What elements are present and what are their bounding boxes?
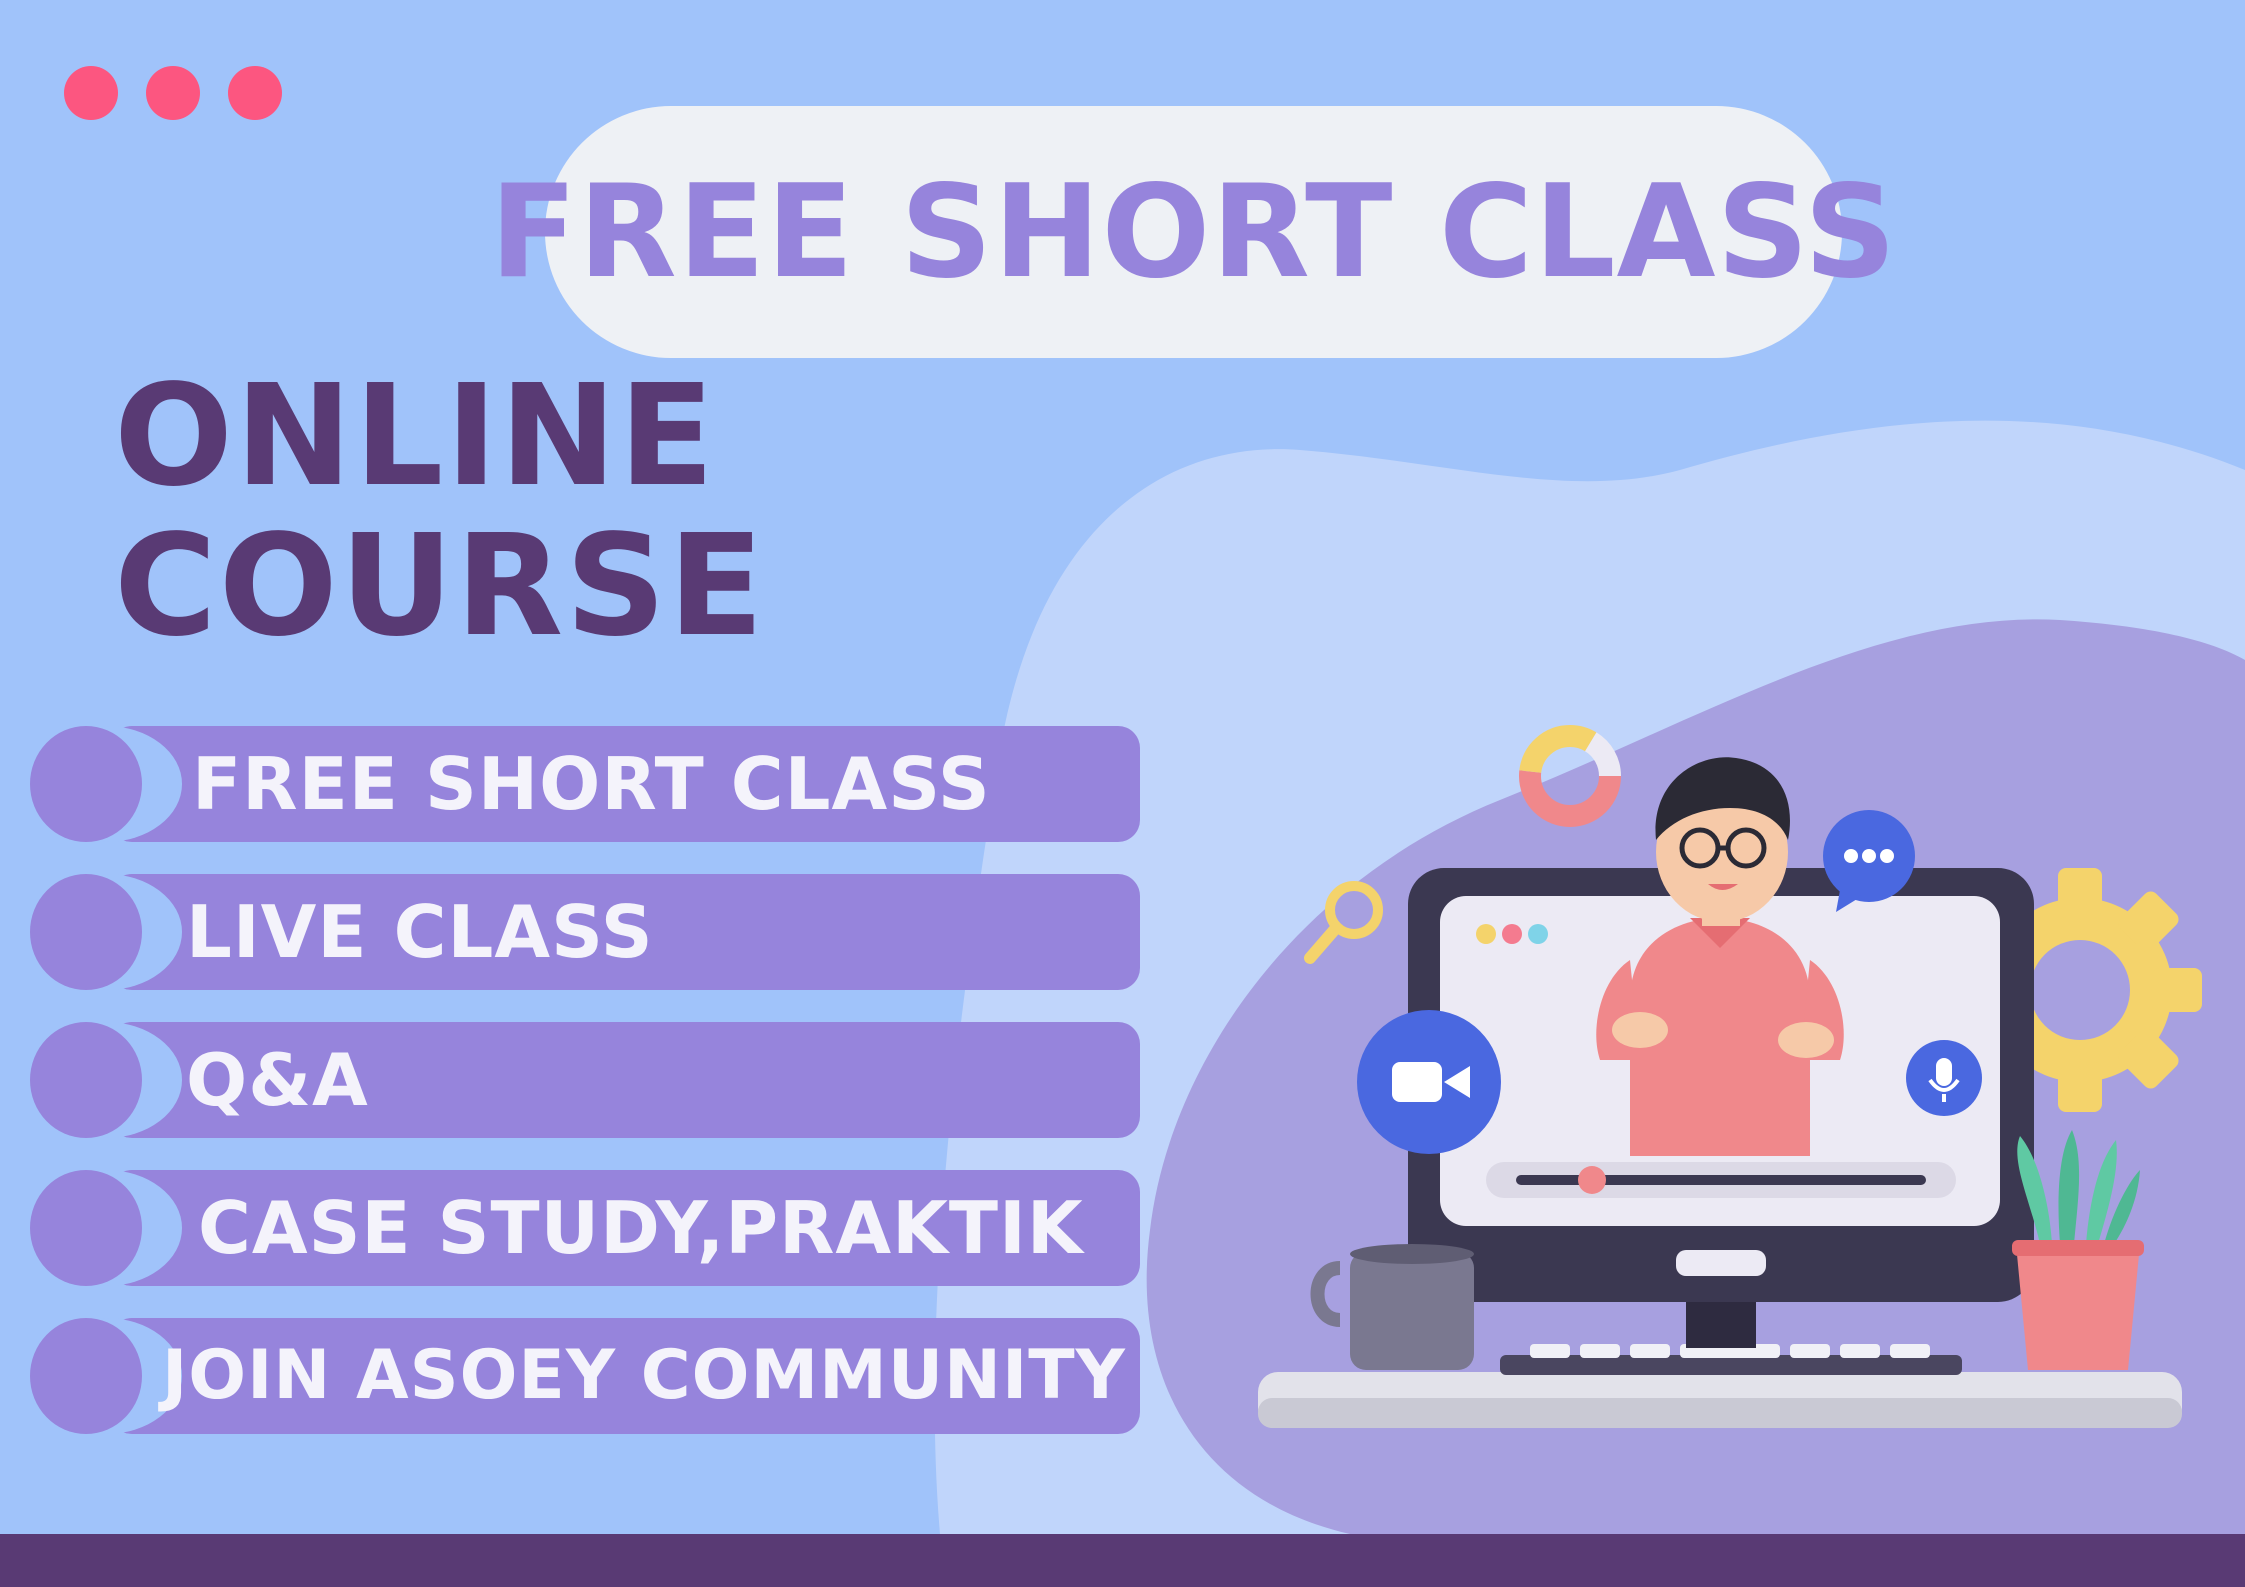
online-class-illustration	[1258, 725, 2202, 1428]
microphone-icon	[1906, 1040, 1982, 1116]
video-camera-icon	[1357, 1010, 1501, 1154]
coffee-mug	[1310, 1244, 1474, 1370]
monitor-logo-bar	[1676, 1250, 1766, 1276]
video-progress-knob	[1578, 1166, 1606, 1194]
potted-plant	[2012, 1130, 2144, 1370]
footer-bar	[0, 1534, 2245, 1587]
magnifier-icon	[1304, 881, 1383, 964]
donut-chart-icon	[1519, 725, 1621, 827]
